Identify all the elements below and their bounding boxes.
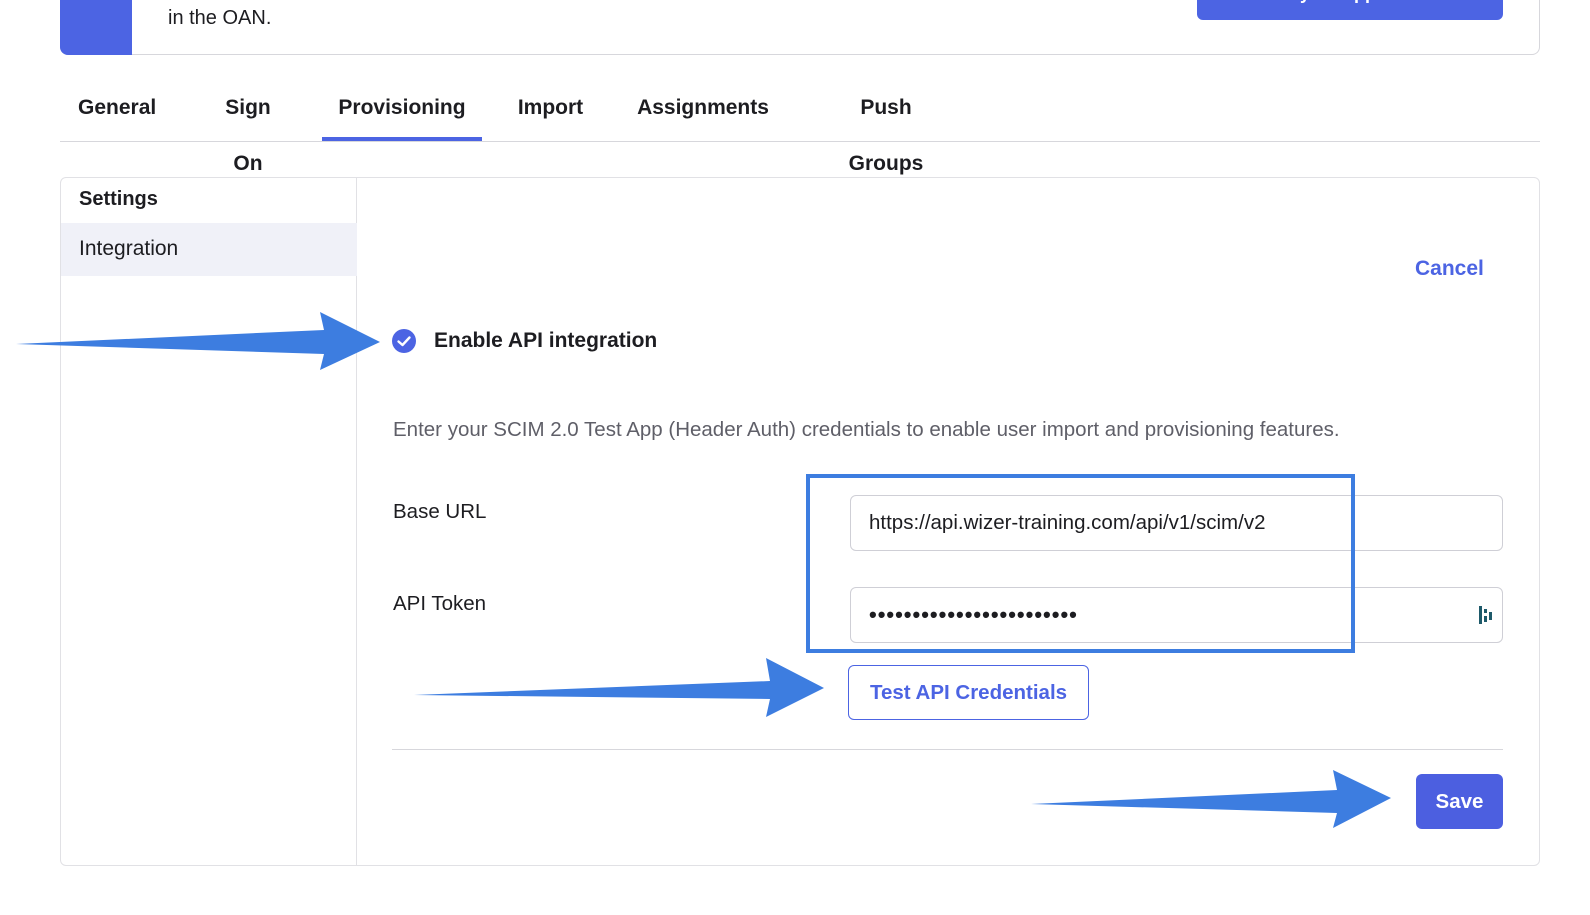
password-manager-icon[interactable] (1478, 604, 1496, 626)
tab-sign-on[interactable]: Sign On (209, 80, 287, 175)
tab-import[interactable]: Import (517, 80, 584, 141)
save-button[interactable]: Save (1416, 774, 1503, 829)
base-url-label: Base URL (393, 500, 487, 523)
credentials-highlight-box (806, 474, 1355, 653)
credentials-description: Enter your SCIM 2.0 Test App (Header Aut… (393, 418, 1340, 441)
settings-sidebar: Settings Integration (61, 178, 357, 865)
banner-accent (60, 0, 132, 55)
sidebar-item-integration[interactable]: Integration (61, 223, 357, 276)
test-api-credentials-button[interactable]: Test API Credentials (848, 665, 1089, 720)
tab-bar: General Sign On Provisioning Import Assi… (60, 80, 1540, 175)
enable-api-label: Enable API integration (434, 329, 658, 352)
tab-provisioning[interactable]: Provisioning (322, 80, 482, 141)
annotation-arrow-test-credentials (414, 658, 824, 717)
annotation-arrow-enable-api (16, 312, 380, 370)
tab-push-groups[interactable]: Push Groups (821, 80, 951, 175)
api-token-label: API Token (393, 592, 487, 615)
check-icon (397, 336, 411, 347)
banner-text: in the OAN. (168, 7, 272, 29)
banner-submit-button[interactable]: Submit your app for review (1197, 0, 1503, 20)
enable-api-checkbox[interactable] (392, 329, 416, 353)
tab-assignments[interactable]: Assignments (637, 80, 769, 141)
annotation-arrow-save (1031, 770, 1391, 828)
form-divider (392, 749, 1503, 750)
sidebar-title: Settings (79, 188, 158, 210)
cancel-link[interactable]: Cancel (1415, 257, 1484, 281)
tab-general[interactable]: General (78, 80, 156, 141)
